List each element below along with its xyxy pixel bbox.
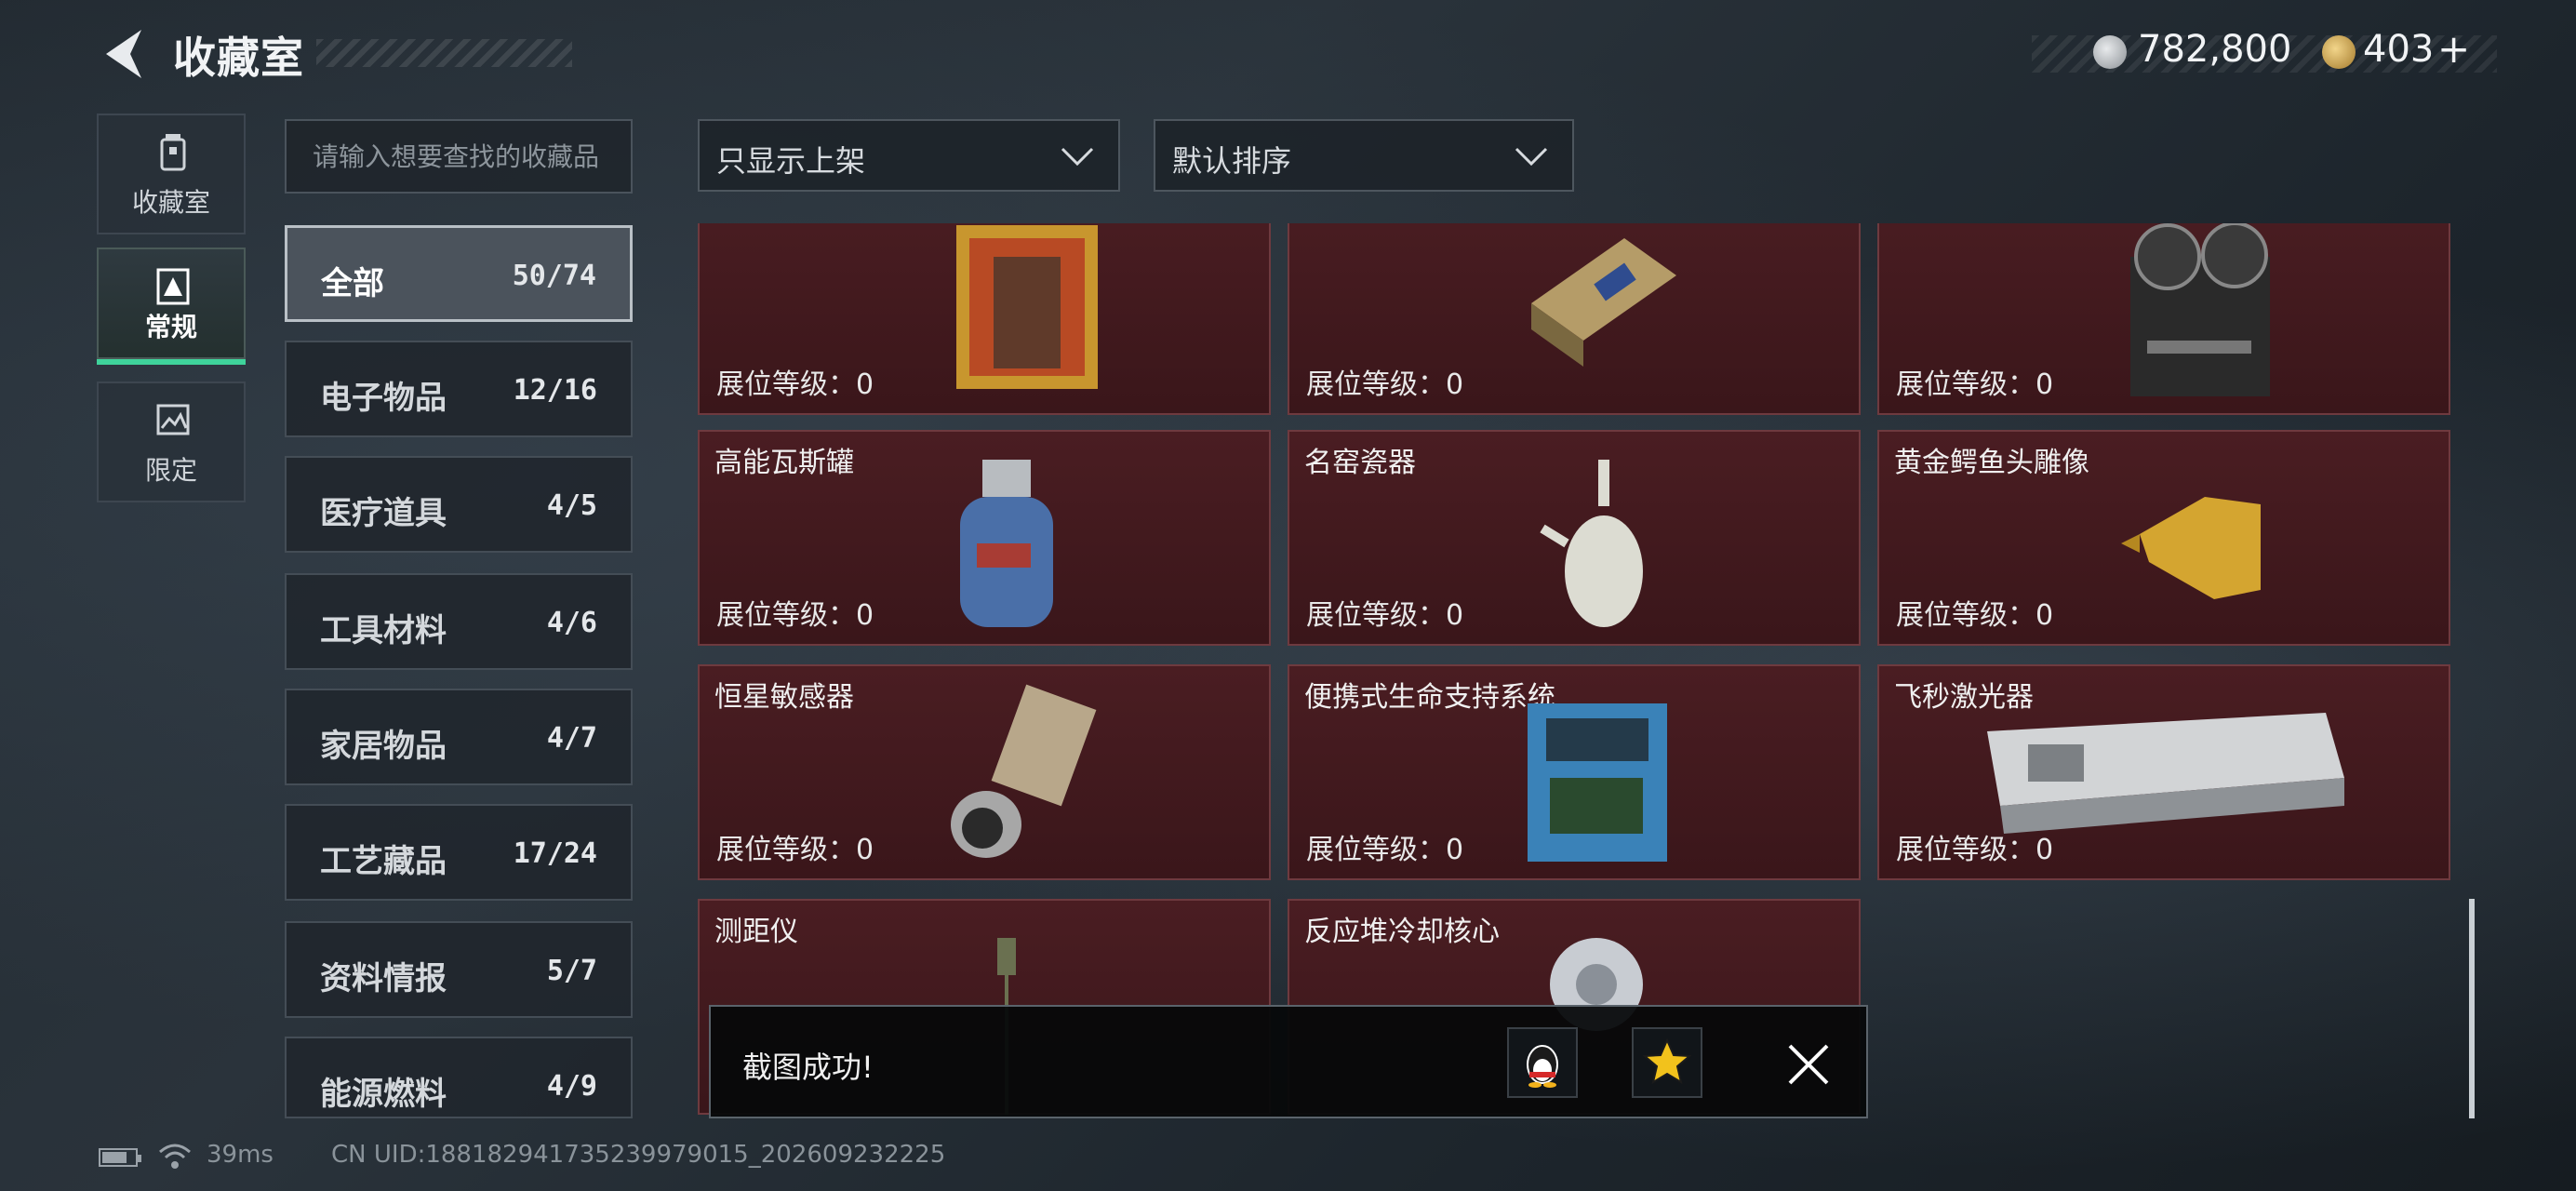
collection-card[interactable]: 高能瓦斯罐 展位等级：0 [698,430,1271,646]
qq-penguin-icon [1527,1045,1558,1088]
collection-card[interactable]: 便携式生命支持系统 展位等级：0 [1288,664,1861,880]
category-tools[interactable]: 工具材料 4/6 [285,573,633,670]
dropdown-value: 默认排序 [1172,143,1292,179]
category-count: 17/24 [513,837,597,870]
category-count: 4/5 [546,489,597,522]
category-medical[interactable]: 医疗道具 4/5 [285,456,633,553]
item-name: 名窑瓷器 [1304,447,1416,479]
qzone-star-icon [1642,1037,1692,1085]
silver-coin-icon [2093,35,2127,69]
display-level: 展位等级：0 [716,834,874,866]
gold-currency-amount: 403 [2363,28,2435,71]
gas-tank-icon [960,460,1053,627]
item-name: 恒星敏感器 [714,681,854,714]
gold-coin-icon [2322,35,2356,69]
grid-scrollbar[interactable] [2469,899,2475,1118]
category-name: 医疗道具 [320,495,447,532]
collection-grid: 展位等级：0 展位等级：0 展位等级：0 高能瓦斯罐 展位等级：0 名窑瓷器 展… [698,223,2456,1118]
category-energy[interactable]: 能源燃料 4/9 [285,1037,633,1118]
nav-collection-room[interactable]: 收藏室 [97,114,246,234]
collection-card[interactable]: 名窑瓷器 展位等级：0 [1288,430,1861,646]
display-level: 展位等级：0 [1306,368,1464,401]
network-ping: 39ms [207,1141,274,1169]
shelf-filter-dropdown[interactable]: 只显示上架 [698,119,1120,192]
add-currency-button[interactable]: + [2437,26,2470,72]
qq-share-button[interactable] [1507,1027,1578,1098]
image-icon [156,404,190,435]
display-level: 展位等级：0 [1896,834,2054,866]
collection-card[interactable]: 恒星敏感器 展位等级：0 [698,664,1271,880]
category-intel[interactable]: 资料情报 5/7 [285,921,633,1018]
collection-card[interactable]: 黄金鳄鱼头雕像 展位等级：0 [1877,430,2450,646]
painting-icon [956,225,1098,389]
screenshot-toast: 截图成功! [709,1005,1868,1118]
wifi-icon [159,1144,191,1169]
user-uid: CN UID:18818294173523997901​5_2026092322… [331,1141,946,1169]
display-level: 展位等级：0 [716,599,874,632]
toast-message: 截图成功! [742,1050,874,1085]
life-support-icon [1528,703,1667,862]
category-household[interactable]: 家居物品 4/7 [285,689,633,785]
vase-icon [1540,460,1643,627]
chevron-down-icon [1061,147,1094,167]
category-count: 5/7 [546,955,597,987]
nav-limited[interactable]: 限定 [97,381,246,502]
silver-currency-amount: 782,800 [2138,28,2292,71]
category-name: 工具材料 [320,612,447,649]
category-name: 能源燃料 [320,1076,447,1113]
nav-active-indicator [97,359,246,365]
collection-card[interactable]: 飞秒激光器 展位等级：0 [1877,664,2450,880]
collection-card[interactable]: 展位等级：0 [698,223,1271,415]
page-title: 收藏室 [173,33,304,83]
category-name: 工艺藏品 [320,843,447,880]
display-level: 展位等级：0 [1896,599,2054,632]
category-count: 50/74 [512,260,596,292]
category-name: 全部 [321,265,384,302]
display-level: 展位等级：0 [716,368,874,401]
qzone-share-button[interactable] [1632,1027,1702,1098]
display-level: 展位等级：0 [1306,599,1464,632]
item-name: 反应堆冷却核心 [1304,916,1500,948]
nav-label: 收藏室 [131,187,210,218]
dropdown-value: 只显示上架 [716,143,866,179]
category-name: 资料情报 [320,960,447,997]
display-level: 展位等级：0 [1306,834,1464,866]
category-electronics[interactable]: 电子物品 12/16 [285,341,633,437]
sensor-icon [951,684,1097,858]
gold-statue-icon [2121,497,2261,599]
category-count: 12/16 [513,374,597,407]
search-input[interactable] [285,119,633,194]
collection-card[interactable]: 展位等级：0 [1877,223,2450,415]
item-name: 高能瓦斯罐 [714,447,854,479]
category-all[interactable]: 全部 50/74 [285,225,633,322]
category-name: 电子物品 [320,380,447,417]
category-count: 4/9 [546,1070,597,1103]
tape-recorder-icon [2130,223,2270,396]
category-count: 4/6 [546,607,597,639]
collection-card[interactable]: 展位等级：0 [1288,223,1861,415]
display-level: 展位等级：0 [1896,368,2054,401]
category-crafts[interactable]: 工艺藏品 17/24 [285,804,633,901]
battery-icon [99,1148,141,1167]
back-arrow-icon[interactable] [99,26,147,82]
device-icon [1531,238,1676,367]
nav-label: 限定 [144,455,197,486]
category-name: 家居物品 [320,728,447,765]
item-name: 测距仪 [714,916,798,948]
sort-dropdown[interactable]: 默认排序 [1154,119,1574,192]
nav-regular[interactable]: 常规 [97,248,246,359]
close-icon[interactable] [1784,1040,1833,1089]
category-count: 4/7 [546,722,597,755]
chevron-down-icon [1515,147,1548,167]
item-name: 黄金鳄鱼头雕像 [1894,447,2089,479]
document-icon [156,268,190,305]
title-decoration [316,39,572,67]
nav-label: 常规 [144,312,197,342]
trash-can-icon [160,134,186,171]
